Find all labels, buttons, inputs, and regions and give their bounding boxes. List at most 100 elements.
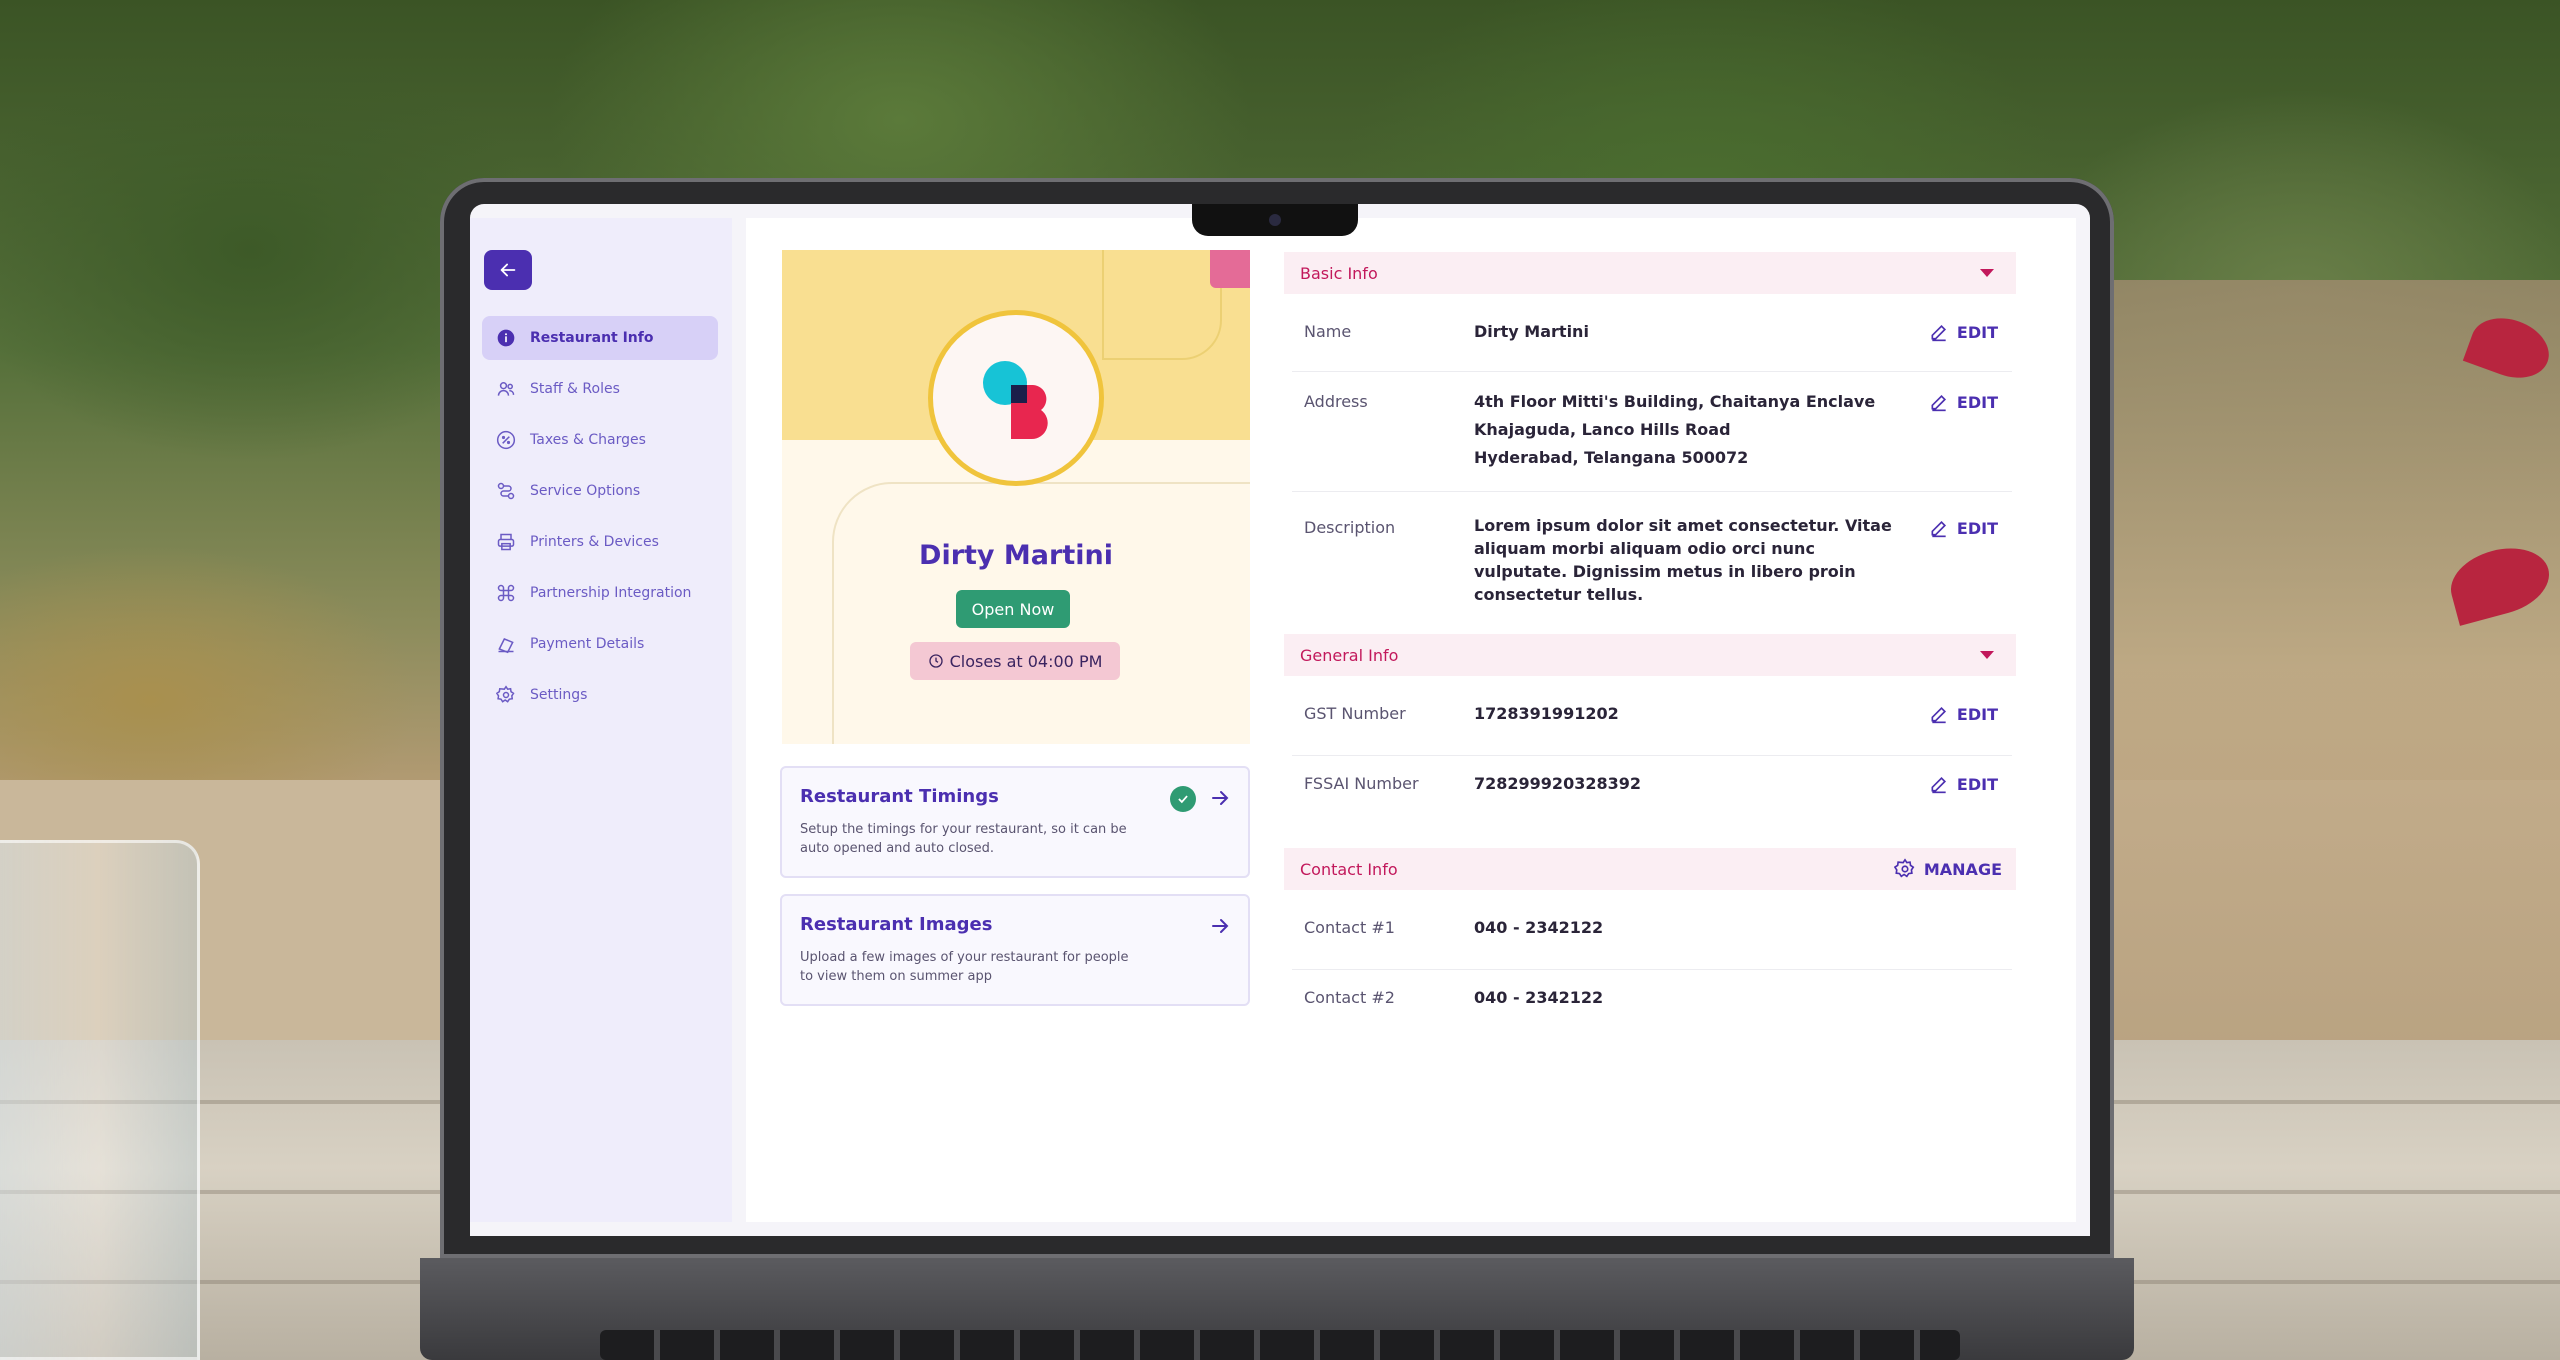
restaurant-name: Dirty Martini [919,540,1113,571]
back-button[interactable] [484,250,532,290]
card-description: Setup the timings for your restaurant, s… [800,822,1127,856]
camera-notch [1192,204,1358,236]
gear-icon [496,685,516,705]
sidebar-item-label: Staff & Roles [530,381,620,397]
edit-label: EDIT [1956,392,1998,412]
sidebar-item-payment-details[interactable]: Payment Details [482,622,718,666]
clock-icon [928,654,943,668]
edit-label: EDIT [1956,322,1998,342]
restaurant-images-card[interactable]: Restaurant Images Upload a few images of… [780,894,1250,1006]
edit-button[interactable]: EDIT [1929,774,1998,794]
field-label: Contact #1 [1304,918,1395,937]
manage-button[interactable]: MANAGE [1893,858,2002,880]
sidebar: Restaurant Info Staff & Roles Taxes & Ch… [470,218,732,1222]
address-row: Address 4th Floor Mitti's Building, Chai… [1292,392,2012,492]
arrow-right-icon[interactable] [1208,914,1232,938]
sidebar-item-partnership-integration[interactable]: Partnership Integration [482,571,718,615]
command-icon [496,583,516,603]
pencil-icon [1931,324,1946,342]
contact-info-header: Contact Info MANAGE [1284,848,2016,890]
field-value: 040 - 2342122 [1474,918,1604,937]
sidebar-item-label: Printers & Devices [530,534,659,550]
card-title: Restaurant Images [800,914,993,935]
sidebar-item-service-options[interactable]: Service Options [482,469,718,513]
printer-icon [496,532,516,552]
edit-button[interactable]: EDIT [1929,704,1998,724]
address-line: 4th Floor Mitti's Building, Chaitanya En… [1474,392,1876,411]
section-title: Contact Info [1300,859,1398,879]
percent-icon [496,430,516,450]
laptop-keyboard [600,1330,1960,1360]
sidebar-item-label: Service Options [530,483,641,499]
sidebar-item-label: Partnership Integration [530,585,692,601]
edit-label: EDIT [1956,704,1998,724]
general-info-header[interactable]: General Info [1284,634,2016,676]
sidebar-item-label: Settings [530,687,588,703]
gst-row: GST Number 1728391991202 EDIT [1292,704,2012,756]
edit-button[interactable]: EDIT [1929,322,1998,342]
field-value: 4th Floor Mitti's Building, Chaitanya En… [1474,388,1894,472]
card-title: Restaurant Timings [800,786,999,807]
contact2-row: Contact #2 040 - 2342122 [1292,988,2012,1028]
pencil-icon [1931,394,1946,412]
field-value: 1728391991202 [1474,704,1619,723]
card-description: Upload a few images of your restaurant f… [800,950,1129,984]
restaurant-timings-card[interactable]: Restaurant Timings Setup the timings for… [780,766,1250,878]
manage-label: MANAGE [1923,859,2002,879]
info-icon [496,328,516,348]
pencil-icon [1931,706,1946,724]
address-line: Khajaguda, Lanco Hills Road [1474,420,1731,439]
basic-info-header[interactable]: Basic Info [1284,252,2016,294]
sidebar-item-label: Payment Details [530,636,645,652]
closing-time-badge: Closes at 04:00 PM [910,642,1120,680]
service-icon [496,481,516,501]
sidebar-nav: Restaurant Info Staff & Roles Taxes & Ch… [482,316,718,724]
field-label: Description [1304,518,1396,537]
edit-button[interactable]: EDIT [1929,518,1998,538]
field-value: Dirty Martini [1474,322,1589,341]
sidebar-item-printers-devices[interactable]: Printers & Devices [482,520,718,564]
check-icon [1170,786,1196,812]
sidebar-item-label: Taxes & Charges [530,432,646,448]
sidebar-item-restaurant-info[interactable]: Restaurant Info [482,316,718,360]
restaurant-hero-card: Dirty Martini Open Now Closes at 04:00 P… [782,250,1250,744]
field-label: GST Number [1304,704,1406,723]
camera-icon [1269,214,1281,226]
arrow-right-icon[interactable] [1208,786,1232,810]
edit-label: EDIT [1956,518,1998,538]
section-title: Basic Info [1300,263,1378,283]
caret-down-icon[interactable] [1980,651,1994,659]
users-icon [496,379,516,399]
pencil-icon [1931,520,1946,538]
main-panel: Dirty Martini Open Now Closes at 04:00 P… [746,218,2076,1222]
restaurant-logo[interactable] [928,310,1104,486]
payment-icon [496,634,516,654]
water-glass [0,840,200,1360]
arrow-left-icon [500,263,516,277]
field-value: 040 - 2342122 [1474,988,1604,1007]
pencil-icon [1931,776,1946,794]
edit-button[interactable]: EDIT [1929,392,1998,412]
sidebar-item-settings[interactable]: Settings [482,673,718,717]
closing-time-text: Closes at 04:00 PM [949,651,1103,671]
address-line: Hyderabad, Telangana 500072 [1474,448,1749,467]
field-value: Lorem ipsum dolor sit amet consectetur. … [1474,516,1892,604]
open-status-badge: Open Now [956,590,1070,628]
app-screen: Restaurant Info Staff & Roles Taxes & Ch… [470,204,2090,1236]
fssai-row: FSSAI Number 728299920328392 EDIT [1292,774,2012,814]
sidebar-item-taxes-charges[interactable]: Taxes & Charges [482,418,718,462]
decorative-curve [1102,250,1222,360]
section-title: General Info [1300,645,1399,665]
caret-down-icon[interactable] [1980,269,1994,277]
gear-icon [1893,858,1915,878]
contact1-row: Contact #1 040 - 2342122 [1292,918,2012,970]
background-ground [2080,280,2560,1060]
field-label: Contact #2 [1304,988,1395,1007]
sidebar-item-label: Restaurant Info [530,330,654,346]
field-label: Address [1304,392,1368,411]
corner-tag [1210,250,1250,288]
field-label: Name [1304,322,1352,341]
sidebar-item-staff-roles[interactable]: Staff & Roles [482,367,718,411]
field-value: 728299920328392 [1474,774,1641,793]
field-label: FSSAI Number [1304,774,1419,793]
